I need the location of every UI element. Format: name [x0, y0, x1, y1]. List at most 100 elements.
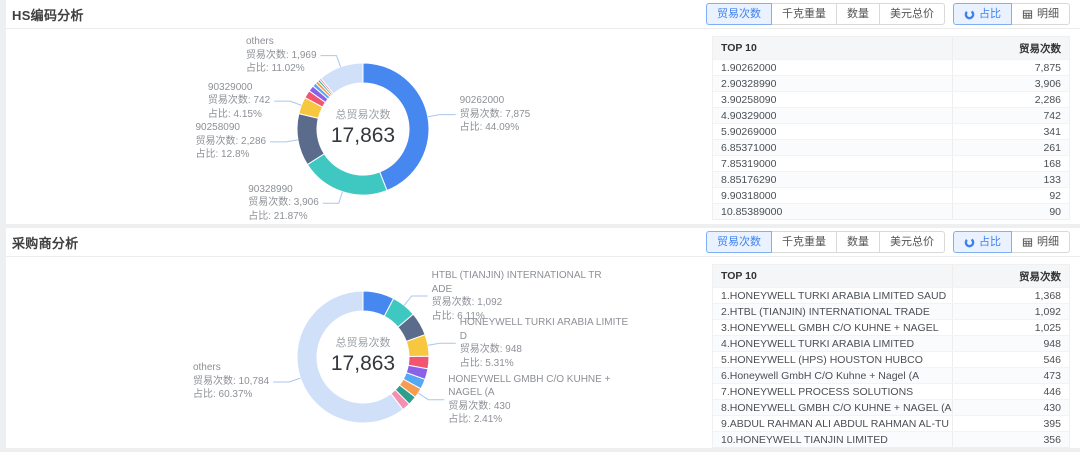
callout-trade-count: 贸易次数: 948: [460, 343, 632, 357]
view-button-group: 占比 明细: [953, 231, 1070, 253]
table-row: 10.8538900090: [713, 203, 1069, 219]
metric-button-group: 贸易次数千克重量数量美元总价: [706, 231, 945, 253]
view-button-label: 明细: [1037, 235, 1059, 249]
rank-name-cell: 10.85389000: [713, 204, 953, 219]
slice-callout-label: HONEYWELL GMBH C/O KUHNE + NAGEL (A贸易次数:…: [448, 373, 620, 427]
callout-slice-name: HONEYWELL TURKI ARABIA LIMITED: [460, 316, 632, 343]
table-header-row: TOP 10贸易次数: [713, 37, 1069, 59]
callout-percentage: 占比: 60.37%: [193, 388, 269, 402]
rank-name-cell: 3.HONEYWELL GMBH C/O KUHNE + NAGEL: [713, 320, 953, 335]
table-row: 5.90269000341: [713, 123, 1069, 139]
callout-percentage: 占比: 11.02%: [246, 62, 317, 76]
section-title: 采购商分析: [12, 233, 79, 252]
donut-chart-area: 总贸易次数 17,863 90262000贸易次数: 7,875占比: 44.0…: [6, 30, 706, 220]
donut-center-label: 总贸易次数 17,863: [293, 334, 433, 376]
table-row: 2.HTBL (TIANJIN) INTERNATIONAL TRADE1,09…: [713, 303, 1069, 319]
table-row: 2.903289903,906: [713, 75, 1069, 91]
slice-callout-label: 90328990贸易次数: 3,906占比: 21.87%: [248, 183, 319, 224]
metric-kg-weight-button[interactable]: 千克重量: [771, 231, 837, 253]
metric-usd-total-button[interactable]: 美元总价: [879, 3, 945, 25]
callout-trade-count: 贸易次数: 430: [448, 400, 620, 414]
donut-center-title: 总贸易次数: [293, 334, 433, 350]
label-leader-line: [418, 393, 444, 400]
callout-slice-name: 90258090: [196, 121, 267, 135]
label-leader-line: [274, 101, 301, 105]
rank-name-cell: 8.85176290: [713, 172, 953, 187]
value-cell: 2,286: [953, 94, 1069, 106]
donut-slice-90328990[interactable]: [307, 154, 387, 195]
table-row: 7.85319000168: [713, 155, 1069, 171]
table-header-top10: TOP 10: [713, 265, 953, 287]
label-leader-line: [323, 192, 343, 204]
proportion-view-button[interactable]: 占比: [953, 3, 1012, 25]
table-row: 8.HONEYWELL GMBH C/O KUHNE + NAGEL (A430: [713, 399, 1069, 415]
rank-name-cell: 6.85371000: [713, 140, 953, 155]
callout-trade-count: 贸易次数: 10,784: [193, 375, 269, 389]
rank-name-cell: 6.Honeywell GmbH C/O Kuhne + Nagel (A: [713, 368, 953, 383]
table-header-trade-count: 贸易次数: [953, 269, 1069, 284]
callout-slice-name: others: [193, 361, 269, 375]
metric-quantity-button[interactable]: 数量: [836, 3, 880, 25]
callout-trade-count: 贸易次数: 2,286: [196, 135, 267, 149]
callout-slice-name: 90328990: [248, 183, 319, 197]
top10-table: TOP 10贸易次数1.902620007,8752.903289903,906…: [712, 36, 1070, 220]
rank-name-cell: 4.90329000: [713, 108, 953, 123]
donut-chart-icon: [964, 237, 975, 248]
value-cell: 356: [953, 434, 1069, 446]
rank-name-cell: 4.HONEYWELL TURKI ARABIA LIMITED: [713, 336, 953, 351]
callout-percentage: 占比: 4.15%: [208, 108, 270, 122]
callout-percentage: 占比: 2.41%: [448, 413, 620, 427]
view-button-label: 占比: [979, 235, 1001, 249]
rank-name-cell: 2.90328990: [713, 76, 953, 91]
metric-kg-weight-button[interactable]: 千克重量: [771, 3, 837, 25]
value-cell: 3,906: [953, 78, 1069, 90]
callout-percentage: 占比: 21.87%: [248, 210, 319, 224]
rank-name-cell: 10.HONEYWELL TIANJIN LIMITED: [713, 432, 953, 447]
detail-view-button[interactable]: 明细: [1011, 3, 1070, 25]
value-cell: 168: [953, 158, 1069, 170]
slice-callout-label: 90258090贸易次数: 2,286占比: 12.8%: [196, 121, 267, 162]
section-title: HS编码分析: [12, 5, 84, 24]
section-controls: 贸易次数千克重量数量美元总价 占比明细: [706, 3, 1070, 25]
callout-slice-name: 90262000: [460, 94, 531, 108]
rank-name-cell: 9.ABDUL RAHMAN ALI ABDUL RAHMAN AL-TU: [713, 416, 953, 431]
view-button-group: 占比明细: [953, 3, 1070, 25]
value-cell: 92: [953, 190, 1069, 202]
value-cell: 261: [953, 142, 1069, 154]
slice-callout-label: 90329000贸易次数: 742占比: 4.15%: [208, 81, 270, 122]
table-row: 7.HONEYWELL PROCESS SOLUTIONS446: [713, 383, 1069, 399]
slice-callout-label: 90262000贸易次数: 7,875占比: 44.09%: [460, 94, 531, 135]
table-header-trade-count: 贸易次数: [953, 41, 1069, 56]
rank-name-cell: 8.HONEYWELL GMBH C/O KUHNE + NAGEL (A: [713, 400, 953, 415]
table-row: 9.9031800092: [713, 187, 1069, 203]
callout-trade-count: 贸易次数: 742: [208, 94, 270, 108]
callout-slice-name: 90329000: [208, 81, 270, 95]
metric-trade-count-button[interactable]: 贸易次数: [706, 231, 772, 253]
proportion-view-button[interactable]: 占比: [953, 231, 1012, 253]
rank-name-cell: 1.90262000: [713, 60, 953, 75]
donut-center-title: 总贸易次数: [293, 106, 433, 122]
table-row: 6.Honeywell GmbH C/O Kuhne + Nagel (A473: [713, 367, 1069, 383]
metric-trade-count-button[interactable]: 贸易次数: [706, 3, 772, 25]
callout-percentage: 占比: 12.8%: [196, 148, 267, 162]
metric-quantity-button[interactable]: 数量: [836, 231, 880, 253]
callout-slice-name: others: [246, 35, 317, 49]
value-cell: 546: [953, 354, 1069, 366]
value-cell: 430: [953, 402, 1069, 414]
table-header-row: TOP 10贸易次数: [713, 265, 1069, 287]
label-leader-line: [273, 378, 300, 382]
table-row: 3.902580902,286: [713, 91, 1069, 107]
callout-trade-count: 贸易次数: 1,969: [246, 49, 317, 63]
buyer-analysis-section: 采购商分析 贸易次数千克重量数量美元总价 占比明细 总贸易次数 17,863 H…: [6, 228, 1080, 448]
label-leader-line: [321, 56, 341, 67]
value-cell: 446: [953, 386, 1069, 398]
section-controls: 贸易次数千克重量数量美元总价 占比 明细: [706, 231, 1070, 253]
table-header-top10: TOP 10: [713, 37, 953, 59]
value-cell: 948: [953, 338, 1069, 350]
donut-center-value: 17,863: [293, 124, 433, 148]
metric-usd-total-button[interactable]: 美元总价: [879, 231, 945, 253]
donut-center-value: 17,863: [293, 352, 433, 376]
callout-trade-count: 贸易次数: 1,092: [432, 296, 604, 310]
detail-view-button[interactable]: 明细: [1011, 231, 1070, 253]
rank-name-cell: 3.90258090: [713, 92, 953, 107]
